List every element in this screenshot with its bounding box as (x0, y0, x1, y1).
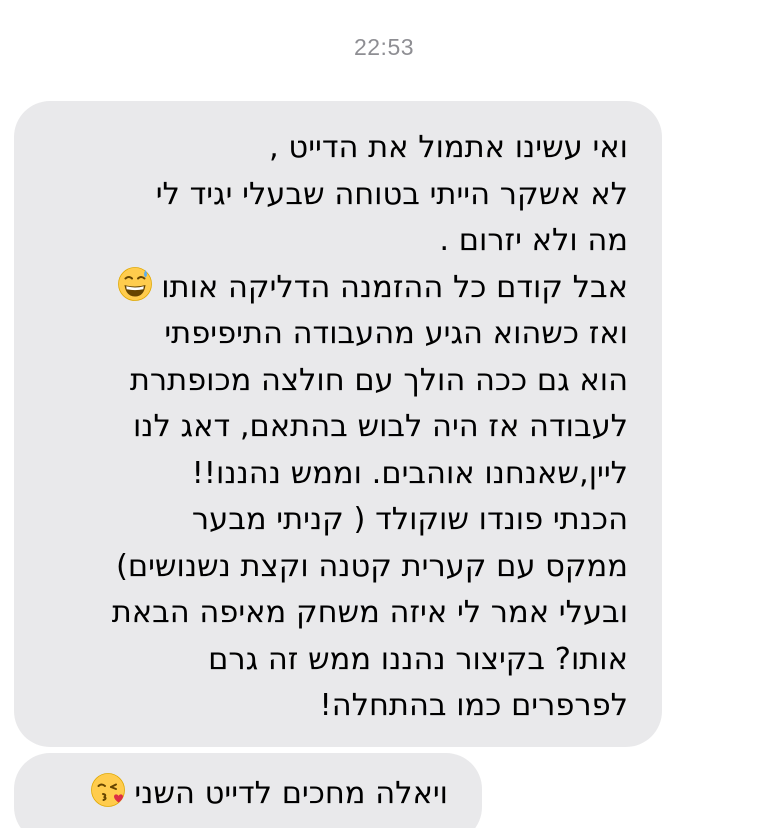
message-line-text: אבל קודם כל ההזמנה הדליקה אותו (161, 269, 628, 305)
message-line: ליין,שאנחנו אוהבים. וממש נהננו!! (191, 455, 628, 491)
message-line-with-emoji: ויאלה מחכים לדייט השני (34, 771, 448, 818)
message-line: אותו? בקיצור נהננו ממש זה גרם (208, 641, 628, 677)
message-timestamp: 22:53 (353, 34, 415, 60)
message-line: ואז כשהוא הגיע מהעבודה התיפיפתי (164, 316, 628, 351)
received-message-bubble[interactable]: ואי עשינו אתמול את הדייט , לא אשקר הייתי… (14, 101, 662, 747)
message-line: מה ולא יזרום . (439, 223, 628, 258)
message-line: ממקס עם קערית קטנה וקצת נשנושים) (115, 548, 628, 584)
message-line: לעבודה אז היה לבוש בהתאם, דאג לנו (132, 409, 628, 444)
message-line: ואי עשינו אתמול את הדייט , (269, 130, 628, 165)
message-line: ובעלי אמר לי איזה משחק מאיפה הבאת (111, 595, 628, 630)
message-line: לא אשקר הייתי בטוחה שבעלי יגיד לי (155, 176, 628, 212)
message-line: הוא גם ככה הולך עם חולצה מכופתרת (129, 362, 628, 398)
message-line-with-emoji: אבל קודם כל ההזמנה הדליקה אותו (34, 265, 628, 312)
message-line: לפרפרים כמו בהתחלה! (319, 688, 629, 723)
grinning-face-with-sweat-icon (117, 266, 153, 302)
message-line: הכנתי פונדו שוקולד ( קניתי מבער (191, 502, 628, 537)
chat-screen: 22:53 ואי עשינו אתמול את הדייט , לא אשקר… (0, 0, 768, 828)
message-line-text: ויאלה מחכים לדייט השני (134, 776, 448, 811)
received-message-bubble[interactable]: ויאלה מחכים לדייט השני (14, 753, 482, 828)
face-blowing-kiss-icon (90, 772, 126, 808)
